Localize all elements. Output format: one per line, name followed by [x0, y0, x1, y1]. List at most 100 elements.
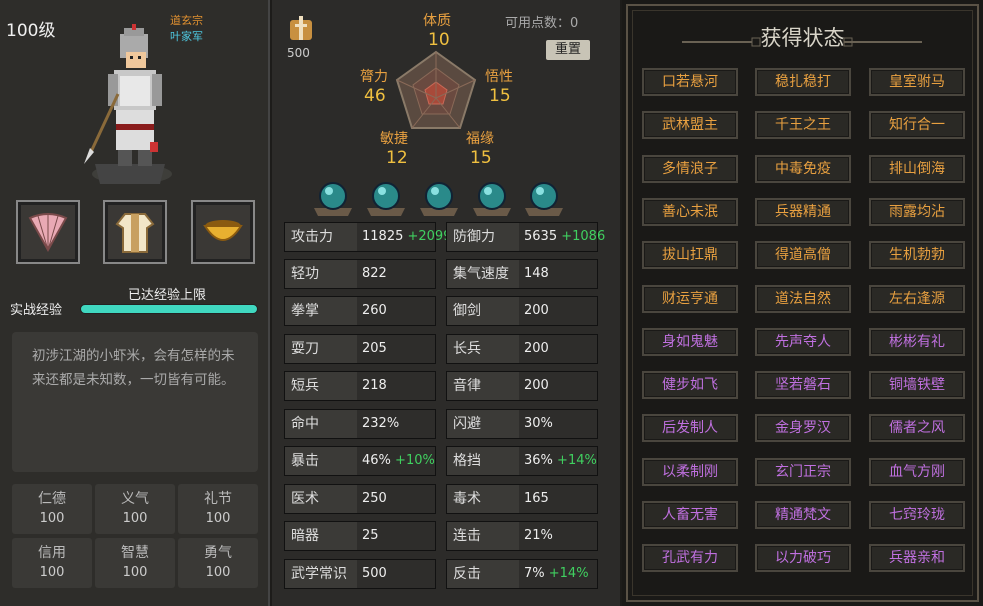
status-tag[interactable]: 兵器精通 [755, 197, 851, 226]
stat-bonus: +2099 [407, 229, 452, 244]
status-tag[interactable]: 口若悬河 [642, 68, 738, 96]
stat-label: 长兵 [447, 335, 519, 363]
reset-button[interactable]: 重置 [546, 40, 590, 60]
status-tag[interactable]: 以力破巧 [755, 544, 851, 573]
stat-row: 闪避 30% [446, 409, 598, 439]
stat-value: 200 [524, 378, 549, 393]
gem-socket-4[interactable] [469, 178, 515, 216]
status-tag[interactable]: 身如鬼魅 [642, 327, 738, 356]
status-tag[interactable]: 稳扎稳打 [755, 68, 851, 96]
status-tag[interactable]: 中毒免疫 [755, 154, 851, 183]
stat-row: 拳掌 260 [284, 296, 436, 326]
stat-bonus: +14% [548, 566, 589, 581]
stat-label: 暗器 [285, 522, 357, 550]
status-tag[interactable]: 排山倒海 [869, 154, 965, 183]
status-tag[interactable]: 生机勃勃 [869, 241, 965, 270]
character-panel: 100级 道玄宗 叶家军 已达经验上限 实战经验 初涉江湖的小虾米，会有怎样的未… [0, 0, 270, 606]
virtue-label: 智慧 [121, 545, 149, 561]
stat-value: 148 [524, 266, 549, 281]
attr-wuxing-value: 15 [489, 86, 511, 106]
status-tag[interactable]: 武林盟主 [642, 111, 738, 140]
stat-row: 连击 21% [446, 521, 598, 551]
stat-label: 格挡 [447, 447, 519, 475]
status-tag[interactable]: 多情浪子 [642, 154, 738, 183]
gem-socket-2[interactable] [363, 178, 409, 216]
status-tag[interactable]: 坚若磐石 [755, 371, 851, 400]
status-tag[interactable]: 七窍玲珑 [869, 501, 965, 529]
status-tag[interactable]: 孔武有力 [642, 544, 738, 573]
gem-socket-3[interactable] [416, 178, 462, 216]
stat-value: 46% +10% [362, 453, 435, 468]
stat-row: 轻功 822 [284, 259, 436, 289]
equipment-slot-accessory[interactable] [191, 200, 255, 264]
status-tag[interactable]: 知行合一 [869, 111, 965, 140]
attr-wuxing-label: 悟性 [485, 69, 513, 85]
stat-value: 11825 +2099 [362, 229, 452, 244]
status-tag[interactable]: 后发制人 [642, 414, 738, 443]
virtue-value: 100 [39, 565, 65, 580]
status-tag[interactable]: 血气方刚 [869, 457, 965, 486]
status-tag[interactable]: 雨露均沾 [869, 197, 965, 226]
attr-bili-value: 46 [364, 86, 386, 106]
virtue-li: 礼节 100 [178, 484, 258, 534]
stat-bonus: +10% [395, 453, 435, 468]
stat-row: 武学常识 500 [284, 559, 436, 589]
stat-row: 反击 7% +14% [446, 559, 598, 589]
gem-socket-1[interactable] [310, 178, 356, 216]
status-tag[interactable]: 财运亨通 [642, 284, 738, 313]
attr-tizhi-value: 10 [428, 30, 450, 50]
stat-label: 集气速度 [447, 260, 519, 288]
stat-label: 耍刀 [285, 335, 357, 363]
status-tag[interactable]: 善心未泯 [642, 197, 738, 226]
status-tag[interactable]: 先声夺人 [755, 327, 851, 356]
stat-value: 165 [524, 491, 549, 506]
status-tag[interactable]: 玄门正宗 [755, 457, 851, 486]
status-tag[interactable]: 皇室驸马 [869, 68, 965, 96]
equipment-slot-weapon[interactable] [16, 200, 80, 264]
virtue-value: 100 [39, 511, 65, 526]
stat-label: 命中 [285, 410, 357, 438]
status-panel: 获得状态 口若悬河 稳扎稳打 皇室驸马 武林盟主 千王之王 知行合一 多情浪子 中毒免疫 排山倒… [622, 0, 983, 606]
status-tag[interactable]: 健步如飞 [642, 371, 738, 400]
stat-value: 5635 +1086 [524, 229, 606, 244]
golden-bowl-icon [201, 210, 245, 254]
virtue-value: 100 [205, 511, 231, 526]
stat-row: 医术 250 [284, 484, 436, 514]
status-tag[interactable]: 铜墙铁壁 [869, 371, 965, 400]
status-tag[interactable]: 儒者之风 [869, 414, 965, 443]
status-tag[interactable]: 得道高僧 [755, 241, 851, 270]
stat-label: 短兵 [285, 372, 357, 400]
stat-label: 御剑 [447, 297, 519, 325]
status-tag[interactable]: 千王之王 [755, 111, 851, 140]
stat-row: 防御力 5635 +1086 [446, 222, 605, 252]
virtue-label: 礼节 [204, 491, 232, 507]
attr-bili-label: 膂力 [360, 69, 388, 85]
stat-value: 7% +14% [524, 566, 589, 581]
status-tag[interactable]: 以柔制刚 [642, 457, 738, 486]
stat-row: 集气速度 148 [446, 259, 598, 289]
stat-label: 闪避 [447, 410, 519, 438]
virtue-zhi: 智慧 100 [95, 538, 175, 588]
status-tag[interactable]: 左右逢源 [869, 284, 965, 313]
stat-row: 暴击 46% +10% [284, 446, 436, 476]
stat-bonus: +1086 [561, 229, 606, 244]
status-tag[interactable]: 彬彬有礼 [869, 327, 965, 356]
status-tag[interactable]: 兵器亲和 [869, 544, 965, 573]
stat-label: 拳掌 [285, 297, 357, 325]
stat-value: 500 [362, 566, 387, 581]
equipment-slot-armor[interactable] [103, 200, 167, 264]
stat-value: 30% [524, 416, 553, 431]
virtue-xin: 信用 100 [12, 538, 92, 588]
stat-row: 御剑 200 [446, 296, 598, 326]
stat-label: 连击 [447, 522, 519, 550]
stat-value: 200 [524, 303, 549, 318]
status-tag[interactable]: 金身罗汉 [755, 414, 851, 443]
stat-value: 25 [362, 528, 379, 543]
status-tag[interactable]: 人畜无害 [642, 501, 738, 529]
status-tag[interactable]: 精通梵文 [755, 501, 851, 529]
virtue-value: 100 [122, 565, 148, 580]
available-points: 可用点数：0 [505, 16, 579, 31]
status-tag[interactable]: 拔山扛鼎 [642, 241, 738, 270]
gem-socket-5[interactable] [521, 178, 567, 216]
status-tag[interactable]: 道法自然 [755, 284, 851, 313]
